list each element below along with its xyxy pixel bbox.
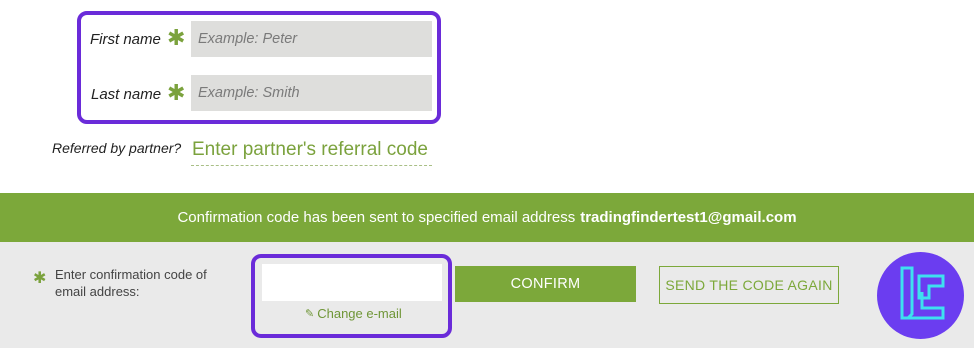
banner-email: tradingfindertest1@gmail.com <box>580 209 797 226</box>
required-marker: ✱ <box>167 81 186 106</box>
required-marker: ✱ <box>33 268 47 287</box>
change-email-label: Change e-mail <box>317 306 402 321</box>
confirmation-banner: Confirmation code has been sent to speci… <box>0 193 974 242</box>
confirmation-code-input[interactable] <box>262 264 442 301</box>
send-code-again-button[interactable]: SEND THE CODE AGAIN <box>659 266 839 304</box>
referral-label: Referred by partner? <box>52 140 182 156</box>
referral-code-input[interactable] <box>191 134 432 166</box>
brand-logo-icon <box>877 252 964 339</box>
change-email-link[interactable]: ✎ Change e-mail <box>305 306 402 321</box>
confirmation-code-label: Enter confirmation code of email address… <box>55 267 207 299</box>
first-name-input[interactable] <box>191 21 432 57</box>
first-name-label: First name <box>90 31 161 48</box>
banner-message: Confirmation code has been sent to speci… <box>177 209 576 226</box>
last-name-input[interactable] <box>191 75 432 111</box>
last-name-label: Last name <box>91 86 162 103</box>
required-marker: ✱ <box>167 26 186 51</box>
pencil-icon: ✎ <box>305 308 315 320</box>
confirm-button[interactable]: CONFIRM <box>455 266 636 302</box>
